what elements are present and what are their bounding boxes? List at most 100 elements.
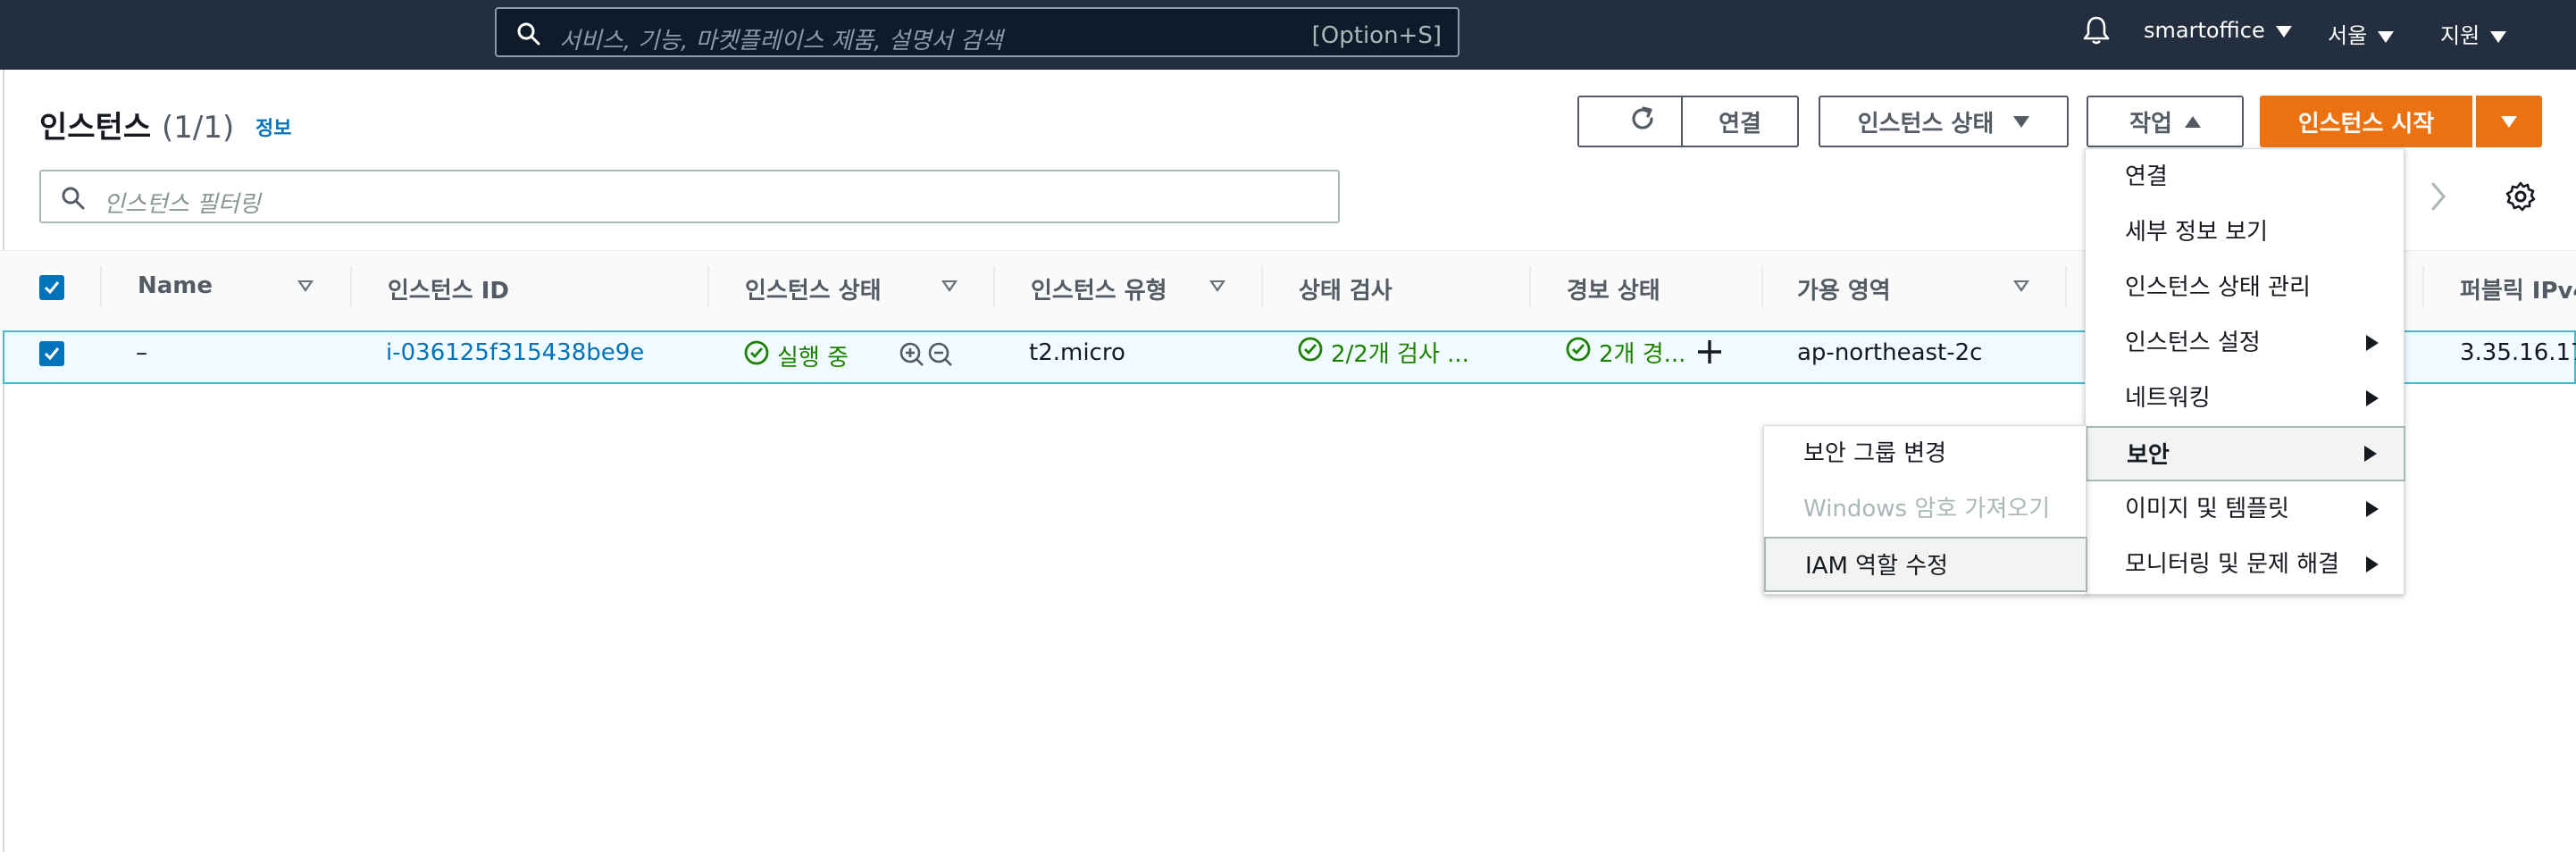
menu-item-monitoring-troubleshooting[interactable]: 모니터링 및 문제 해결 [2086,537,2405,592]
check-circle-icon [1565,336,1592,369]
page-title: 인스턴스 (1/1) [39,103,234,146]
column-availability-zone[interactable]: 가용 영역 [1797,272,1891,305]
caret-down-icon [2013,115,2030,128]
column-divider [1261,266,1263,307]
filter-placeholder: 인스턴스 필터링 [104,191,261,218]
cell-public-ipv4: 3.35.16.17 [2460,339,2576,366]
menu-item-label: 인스턴스 설정 [2125,330,2261,356]
search-icon [516,21,541,50]
column-public-ipv4[interactable]: 퍼블릭 IPv4 [2460,272,2576,305]
status-check-text: 2/2개 검사 ... [1331,341,1469,368]
menu-item-label: 이미지 및 템플릿 [2125,496,2289,522]
add-alarm-icon[interactable] [1695,338,1724,370]
column-status-check[interactable]: 상태 검사 [1299,272,1393,305]
menu-item-images-templates[interactable]: 이미지 및 템플릿 [2086,481,2405,537]
menu-item-connect[interactable]: 연결 [2086,149,2405,205]
submenu-item-modify-iam-role[interactable]: IAM 역할 수정 [1764,537,2087,592]
column-divider [2422,266,2424,307]
select-all-checkbox[interactable] [39,275,64,300]
account-menu[interactable]: smartoffice [2144,18,2292,43]
column-instance-type[interactable]: 인스턴스 유형 [1031,272,1167,305]
caret-right-icon [2366,390,2379,406]
menu-item-label: 세부 정보 보기 [2125,219,2269,246]
submenu-item-label: 보안 그룹 변경 [1803,440,1947,467]
title-text: 인스턴스 [39,110,152,146]
column-name[interactable]: Name [138,272,213,299]
instance-count: (1/1) [161,110,235,146]
column-instance-state[interactable]: 인스턴스 상태 [745,272,882,305]
caret-right-icon [2366,335,2379,351]
cell-instance-type: t2.micro [1029,339,1125,366]
caret-down-icon [2490,30,2507,43]
security-submenu: 보안 그룹 변경 Windows 암호 가져오기 IAM 역할 수정 [1763,425,2087,595]
sort-icon[interactable] [1209,280,1225,292]
row-checkbox[interactable] [39,341,64,366]
menu-item-label: 인스턴스 상태 관리 [2125,274,2311,301]
menu-item-label: 네트워킹 [2125,385,2211,412]
search-icon [61,186,86,214]
column-divider [350,266,352,307]
submenu-item-label: Windows 암호 가져오기 [1803,496,2051,522]
menu-item-label: 연결 [2125,163,2168,190]
column-instance-id[interactable]: 인스턴스 ID [388,272,509,305]
search-shortcut: [Option+S] [1311,22,1442,49]
menu-item-instance-settings[interactable]: 인스턴스 설정 [2086,315,2405,371]
launch-dropdown-button[interactable] [2476,96,2542,147]
launch-instance-button[interactable]: 인스턴스 시작 [2260,96,2472,147]
caret-right-icon [2364,446,2377,462]
check-circle-icon [743,339,770,372]
gear-icon[interactable] [2505,180,2537,216]
menu-item-view-details[interactable]: 세부 정보 보기 [2086,205,2405,260]
column-divider [993,266,995,307]
menu-item-manage-state[interactable]: 인스턴스 상태 관리 [2086,260,2405,315]
actions-button[interactable]: 작업 [2087,96,2244,147]
check-circle-icon [1297,336,1324,369]
column-divider [1761,266,1763,307]
caret-right-icon [2366,501,2379,517]
menu-item-security[interactable]: 보안 [2086,426,2405,481]
menu-item-label: 모니터링 및 문제 해결 [2125,551,2340,578]
support-menu[interactable]: 지원 [2440,18,2507,49]
column-divider [707,266,709,307]
cell-availability-zone: ap-northeast-2c [1797,339,1983,366]
caret-up-icon [2184,115,2201,128]
menu-item-label: 보안 [2127,442,2170,469]
connect-button[interactable]: 연결 [1681,96,1799,147]
submenu-item-label: IAM 역할 수정 [1805,553,1949,580]
cell-name: – [136,339,147,366]
instance-state-button[interactable]: 인스턴스 상태 [1819,96,2069,147]
instance-state-label: 인스턴스 상태 [1857,110,1995,138]
connect-label: 연결 [1719,110,1761,138]
region-menu[interactable]: 서울 [2328,18,2395,49]
top-navigation-bar: 서비스, 기능, 마켓플레이스 제품, 설명서 검색 [Option+S] sm… [0,0,2576,70]
column-divider [2065,266,2067,307]
caret-right-icon [2366,556,2379,572]
actions-dropdown-menu: 연결 세부 정보 보기 인스턴스 상태 관리 인스턴스 설정 네트워킹 보안 이… [2085,148,2405,595]
caret-down-icon [2275,25,2292,38]
column-alarm-status[interactable]: 경보 상태 [1567,272,1660,305]
sort-icon[interactable] [297,280,314,292]
menu-item-networking[interactable]: 네트워킹 [2086,371,2405,426]
cell-status-check[interactable]: 2/2개 검사 ... [1297,336,1469,369]
caret-down-icon [2501,115,2517,128]
global-search-input[interactable]: 서비스, 기능, 마켓플레이스 제품, 설명서 검색 [Option+S] [495,7,1459,57]
cell-instance-id-link[interactable]: i-036125f315438be9e [386,339,644,366]
account-name: smartoffice [2144,18,2265,43]
sort-icon[interactable] [941,280,958,292]
zoom-out-icon[interactable] [927,341,954,372]
submenu-item-change-security-groups[interactable]: 보안 그룹 변경 [1764,426,2087,481]
alarm-text: 2개 경... [1599,341,1686,368]
chevron-right-icon[interactable] [2428,180,2449,216]
bell-icon[interactable] [2081,14,2112,52]
state-text: 실행 중 [777,345,849,372]
zoom-in-icon[interactable] [899,341,925,372]
column-divider [1529,266,1531,307]
info-link[interactable]: 정보 [255,113,291,141]
sort-icon[interactable] [2013,280,2029,292]
cell-instance-state: 실행 중 [743,339,849,372]
actions-label: 작업 [2129,110,2172,138]
refresh-icon [1627,103,1659,141]
column-divider [100,266,102,307]
instance-filter-input[interactable]: 인스턴스 필터링 [39,170,1340,223]
cell-alarm-status[interactable]: 2개 경... [1565,336,1685,369]
